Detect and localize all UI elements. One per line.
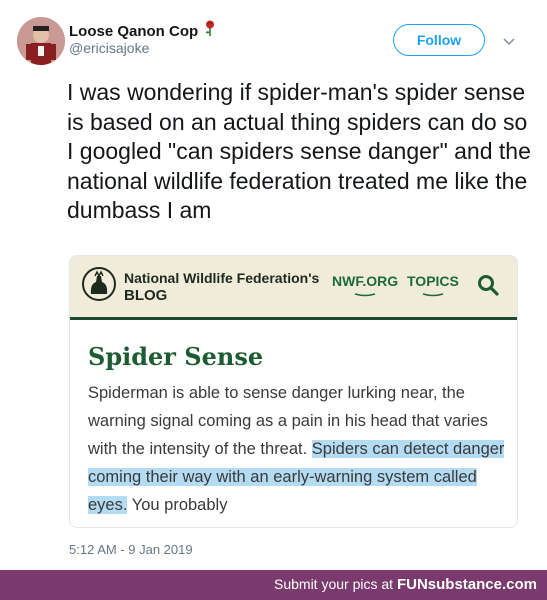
- user-handle[interactable]: @ericisajoke: [69, 40, 149, 56]
- chevron-down-icon[interactable]: [503, 33, 515, 51]
- nav-topics-link[interactable]: TOPICS: [407, 273, 459, 297]
- watermark-brand-prefix: FUN: [396, 576, 428, 593]
- rose-icon: [204, 20, 216, 42]
- search-icon[interactable]: [477, 274, 499, 301]
- article-excerpt: Spiderman is able to sense danger lurkin…: [88, 379, 508, 519]
- blog-title[interactable]: National Wildlife Federation's BLOG: [124, 270, 319, 304]
- nav-nwf-link[interactable]: NWF.ORG: [332, 273, 398, 297]
- blog-title-line1: National Wildlife Federation's: [124, 270, 320, 286]
- blog-header: National Wildlife Federation's BLOG NWF.…: [70, 256, 517, 320]
- article-title[interactable]: Spider Sense: [88, 342, 263, 371]
- underline-swish: [422, 293, 444, 297]
- nav-topics-label: TOPICS: [407, 273, 459, 289]
- nav-nwf-label: NWF.ORG: [332, 273, 399, 289]
- blog-title-line2: BLOG: [124, 287, 168, 304]
- excerpt-tail: You probably: [127, 496, 228, 514]
- tweet-timestamp[interactable]: 5:12 AM - 9 Jan 2019: [69, 542, 193, 557]
- avatar-image: [17, 17, 65, 65]
- follow-button[interactable]: Follow: [393, 24, 485, 56]
- tweet-text: I was wondering if spider-man's spider s…: [67, 79, 531, 223]
- watermark-brand-suffix: substance.com: [427, 576, 537, 593]
- watermark-text: Submit your pics at FUNsubstance.com: [274, 576, 537, 593]
- nwf-logo-icon[interactable]: [82, 266, 116, 307]
- link-card[interactable]: National Wildlife Federation's BLOG NWF.…: [69, 255, 518, 528]
- underline-swish: [354, 293, 376, 297]
- watermark-brand: FUNsubstance.com: [397, 576, 537, 593]
- watermark-banner: Submit your pics at FUNsubstance.com: [0, 570, 547, 600]
- name-row: Loose Qanon Cop: [69, 20, 216, 42]
- watermark-lead: Submit your pics at: [274, 576, 394, 592]
- display-name[interactable]: Loose Qanon Cop: [69, 23, 198, 40]
- avatar[interactable]: [17, 17, 65, 65]
- tweet: Loose Qanon Cop @ericisajoke Follow I wa…: [0, 0, 547, 570]
